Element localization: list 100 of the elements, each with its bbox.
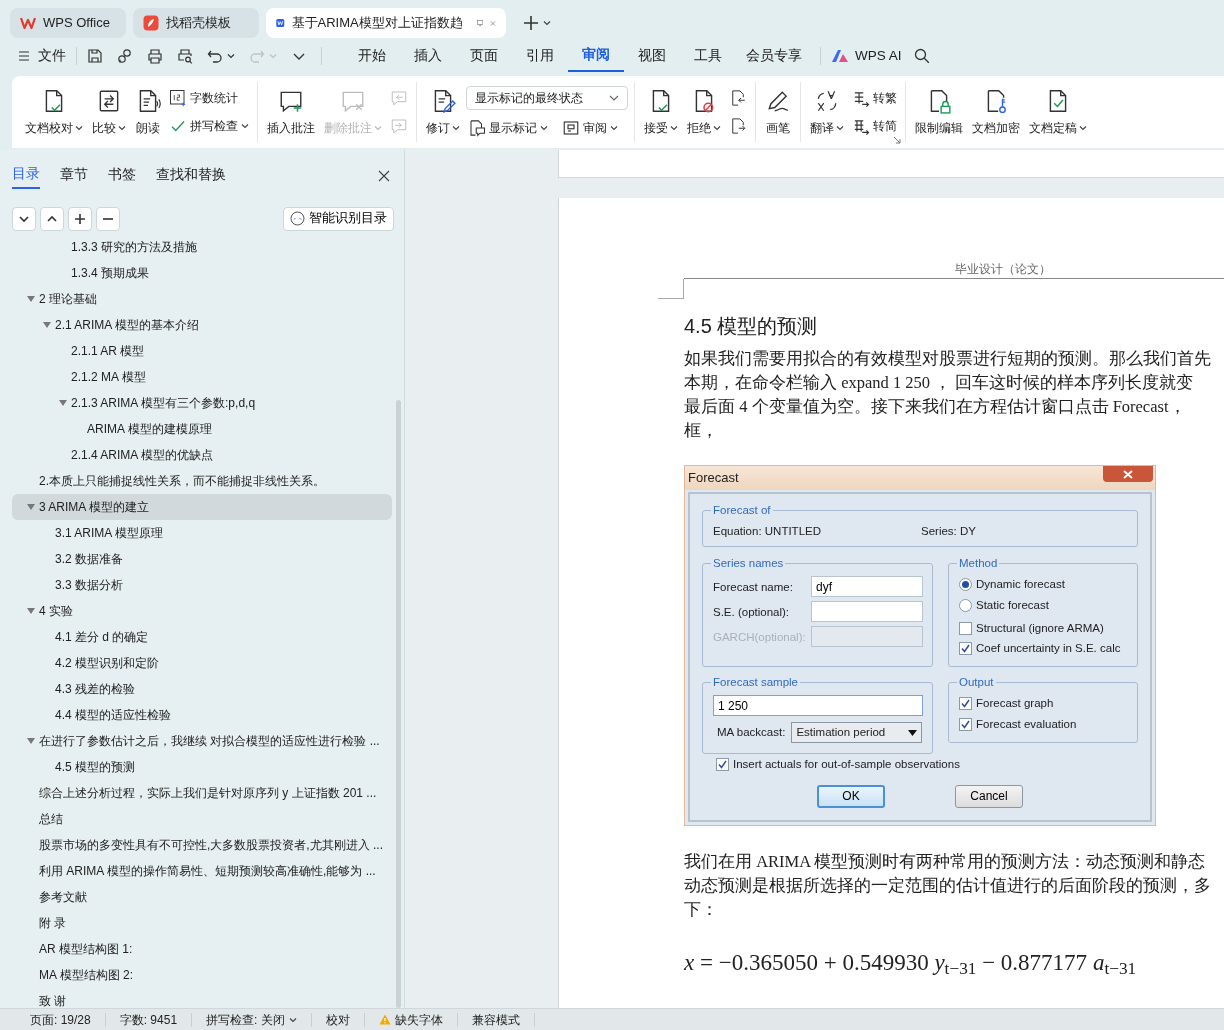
ribbon-button[interactable]: 插入批注 — [264, 85, 318, 139]
ribbon-button[interactable]: 文档加密 — [969, 85, 1023, 139]
ribbon-button[interactable]: 字数统计 — [167, 88, 251, 108]
ribbon-button[interactable]: 文档定稿 — [1026, 85, 1090, 139]
panel-tab[interactable]: 书签 — [108, 164, 136, 188]
outline-item[interactable]: AR 模型结构图 1: — [12, 936, 392, 962]
triangle-down-icon[interactable] — [43, 321, 51, 329]
outline-item[interactable]: 3.1 ARIMA 模型原理 — [12, 520, 392, 546]
outline-item[interactable]: 股票市场的多变性具有不可控性,大多数股票投资者,尤其刚进入 ... — [12, 832, 392, 858]
scrollbar[interactable] — [396, 400, 401, 1008]
markup-dropdown[interactable]: 显示标记的最终状态 — [466, 86, 628, 110]
outline-item[interactable]: 总结 — [12, 806, 392, 832]
triangle-down-icon[interactable] — [27, 607, 35, 615]
radio-button[interactable] — [959, 578, 972, 592]
ribbon-button[interactable]: 转繁 — [850, 88, 899, 108]
smart-outline-button[interactable]: 智能识别目录 — [283, 206, 394, 231]
dialog-button[interactable]: OK — [817, 784, 885, 808]
status-item[interactable]: 缺失字体 — [364, 1012, 458, 1027]
outline-item[interactable]: 4.3 残差的检验 — [12, 676, 392, 702]
outline-item[interactable]: 综合上述分析过程，实际上我们是针对原序列 y 上证指数 201 ... — [12, 780, 392, 806]
outline-item[interactable]: 2.1.2 MA 模型 — [12, 364, 392, 390]
toolbar-button[interactable] — [85, 46, 105, 66]
ribbon-button[interactable]: 接受 — [641, 85, 681, 139]
triangle-down-icon[interactable] — [59, 399, 67, 407]
outline-item[interactable]: 3 ARIMA 模型的建立 — [12, 494, 392, 520]
outline-tool-button[interactable] — [12, 206, 36, 231]
panel-tab[interactable]: 查找和替换 — [156, 164, 226, 188]
text-field[interactable]: dyf — [811, 576, 923, 598]
menu-tab[interactable]: 开始 — [344, 40, 400, 72]
outline-item[interactable]: 3.2 数据准备 — [12, 546, 392, 572]
outline-item[interactable]: 4.5 模型的预测 — [12, 754, 392, 780]
menu-tab[interactable]: 审阅 — [568, 40, 624, 72]
ribbon-button[interactable]: 翻译 — [807, 85, 847, 139]
status-item[interactable]: 校对 — [311, 1012, 365, 1027]
outline-item[interactable]: 2.1 ARIMA 模型的基本介绍 — [12, 312, 392, 338]
outline-item[interactable]: 4.4 模型的适应性检验 — [12, 702, 392, 728]
checkbox[interactable] — [959, 642, 972, 656]
triangle-down-icon[interactable] — [27, 295, 35, 303]
menu-tab[interactable]: 视图 — [624, 40, 680, 72]
ribbon-button[interactable]: 文档校对 — [22, 85, 86, 139]
document-tab[interactable]: 基于ARIMA模型对上证指数趋 — [266, 8, 506, 38]
menu-tab[interactable]: 插入 — [400, 40, 456, 72]
panel-tab[interactable]: 目录 — [12, 163, 40, 189]
menu-tab[interactable]: 会员专享 — [736, 40, 812, 72]
document-tab[interactable]: 找稻壳模板 — [133, 8, 259, 38]
ribbon-button[interactable]: 画笔 — [762, 85, 794, 139]
outline-item[interactable]: 4 实验 — [12, 598, 392, 624]
ribbon-button[interactable]: 朗读 — [132, 85, 164, 139]
ribbon-button[interactable]: 限制编辑 — [912, 85, 966, 139]
outline-item[interactable]: 2 理论基础 — [12, 286, 392, 312]
dialog-button[interactable]: Cancel — [955, 784, 1023, 808]
triangle-down-icon[interactable] — [27, 503, 35, 511]
outline-tool-button[interactable] — [96, 206, 120, 231]
ribbon-button[interactable]: 转简 — [850, 116, 899, 136]
close-button[interactable] — [376, 168, 392, 184]
outline-item[interactable]: 附 录 — [12, 910, 392, 936]
status-item[interactable]: 兼容模式 — [457, 1012, 535, 1027]
checkbox[interactable] — [716, 758, 729, 772]
panel-tab[interactable]: 章节 — [60, 164, 88, 188]
checkbox[interactable] — [959, 717, 972, 731]
toolbar-button[interactable] — [175, 46, 195, 66]
backcast-dropdown[interactable]: Estimation period — [791, 722, 922, 744]
ribbon-button[interactable]: 修订 — [423, 85, 463, 139]
ribbon-button[interactable]: 审阅 — [560, 118, 620, 138]
sample-field[interactable]: 1 250 — [713, 695, 923, 717]
status-item[interactable]: 拼写检查: 关闭 — [192, 1012, 312, 1027]
ai-button[interactable]: WPS AI — [829, 43, 904, 69]
outline-item[interactable]: 4.2 模型识别和定阶 — [12, 650, 392, 676]
checkbox[interactable] — [959, 697, 972, 711]
checkbox[interactable] — [959, 621, 972, 635]
outline-item[interactable]: 2.本质上只能捕捉线性关系，而不能捕捉非线性关系。 — [12, 468, 392, 494]
outline-item[interactable]: 1.3.3 研究的方法及措施 — [12, 234, 392, 260]
close-button[interactable] — [1103, 466, 1153, 482]
outline-item[interactable]: 利用 ARIMA 模型的操作简易性、短期预测较高准确性,能够为 ... — [12, 858, 392, 884]
dialog-launcher-button[interactable] — [891, 134, 903, 146]
document-tab[interactable]: WPS Office — [10, 8, 126, 38]
outline-item[interactable]: 3.3 数据分析 — [12, 572, 392, 598]
toolbar-button[interactable] — [145, 46, 165, 66]
menu-tab[interactable]: 引用 — [512, 40, 568, 72]
outline-item[interactable]: MA 模型结构图 2: — [12, 962, 392, 988]
ribbon-button[interactable]: 显示标记 — [466, 118, 550, 138]
ribbon-button[interactable]: 拒绝 — [684, 85, 724, 139]
outline-item[interactable]: ARIMA 模型的建模原理 — [12, 416, 392, 442]
outline-item[interactable]: 2.1.3 ARIMA 模型有三个参数:p,d,q — [12, 390, 392, 416]
menu-tab[interactable]: 工具 — [680, 40, 736, 72]
status-item[interactable]: 字数: 9451 — [105, 1012, 193, 1027]
outline-tool-button[interactable] — [68, 206, 92, 231]
outline-item[interactable]: 致 谢 — [12, 988, 392, 1014]
outline-item[interactable]: 2.1.1 AR 模型 — [12, 338, 392, 364]
status-item[interactable]: 页面: 19/28 — [16, 1012, 106, 1027]
file-menu[interactable]: 文件 — [16, 43, 68, 69]
outline-item[interactable]: 在进行了参数估计之后，我继续 对拟合模型的适应性进行检验 ... — [12, 728, 392, 754]
radio-button[interactable] — [959, 598, 972, 612]
outline-tool-button[interactable] — [40, 206, 64, 231]
ribbon-button[interactable]: 比较 — [89, 85, 129, 139]
outline-item[interactable]: 1.3.4 预期成果 — [12, 260, 392, 286]
outline-item[interactable]: 4.1 差分 d 的确定 — [12, 624, 392, 650]
ribbon-button[interactable]: 拼写检查 — [167, 116, 251, 136]
triangle-down-icon[interactable] — [27, 737, 35, 745]
new-tab-button[interactable] — [521, 13, 553, 33]
